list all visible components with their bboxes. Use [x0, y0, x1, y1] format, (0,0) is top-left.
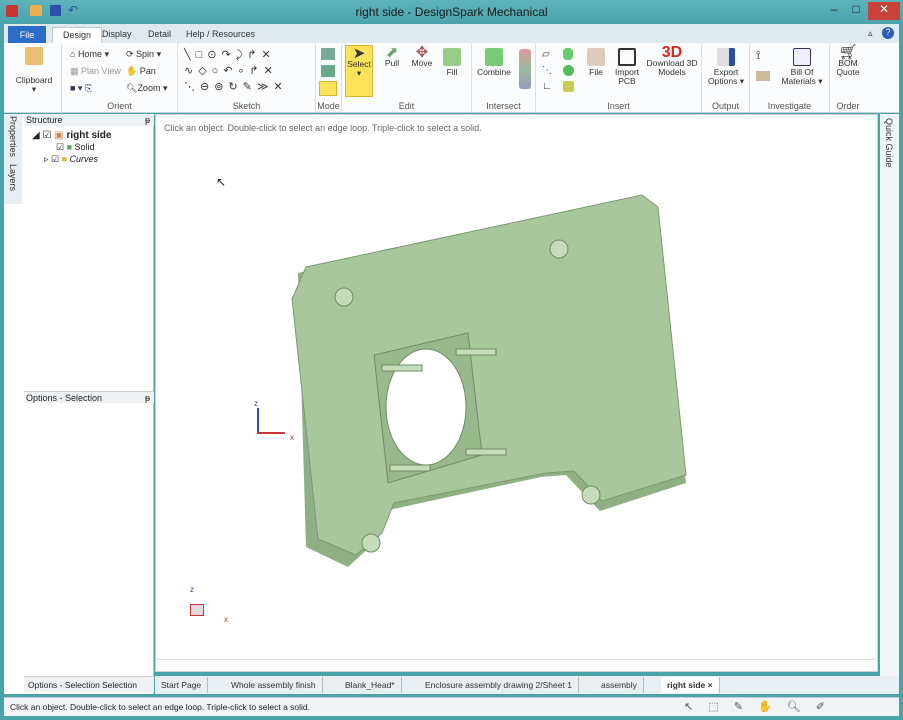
- doc-tab-right-side[interactable]: right side ×: [661, 677, 720, 693]
- move-button[interactable]: ✥ Move: [408, 45, 436, 68]
- combine-icon: [485, 48, 503, 66]
- side-tabs: Properties Layers: [4, 114, 22, 204]
- group-orient: ⌂ Home ▾ ⟳ Spin ▾ ▦ Plan View ✋ Pan ■ ▾ …: [62, 43, 178, 113]
- split-tools-icon[interactable]: [519, 49, 531, 89]
- quick-guide-panel: Quick Guide: [880, 114, 899, 694]
- left-panel: Structure ᵽ ◢ ☑ ▣ right side ☑ ■ Solid ▹ …: [4, 114, 154, 694]
- group-output: Export Options ▾ Output: [702, 43, 750, 113]
- tab-layers[interactable]: Layers: [8, 164, 18, 191]
- 3d-mode-icon[interactable]: [319, 81, 337, 96]
- tree-item-root[interactable]: ◢ ☑ ▣ right side: [32, 130, 111, 141]
- import-pcb-button[interactable]: Import PCB: [612, 48, 642, 86]
- tab-display[interactable]: Display: [92, 27, 142, 43]
- tree-item-curves[interactable]: ▹ ☑ ■ Curves: [44, 154, 98, 165]
- combine-button[interactable]: Combine: [474, 48, 514, 77]
- doc-tab-assembly[interactable]: assembly: [595, 677, 644, 693]
- group-insert: ▱ ⋱ ∟ File Import PCB 3D Download 3D Models…: [536, 43, 702, 113]
- part-model[interactable]: [156, 115, 879, 673]
- mouse-cursor-icon: ↖: [216, 175, 227, 189]
- pull-button[interactable]: ⬈ Pull: [378, 45, 406, 68]
- horizontal-scrollbar[interactable]: [156, 659, 877, 671]
- fill-icon: [443, 48, 461, 66]
- tab-quick-guide[interactable]: Quick Guide: [884, 118, 894, 168]
- axis-triad: zx: [254, 399, 294, 442]
- clipboard-icon: [25, 47, 43, 65]
- view-cube-triad[interactable]: zx: [190, 585, 228, 624]
- view-cube-icon[interactable]: ■ ▾ ⎘: [70, 83, 92, 94]
- close-button[interactable]: ✕: [868, 2, 900, 20]
- pan-button[interactable]: ✋ Pan: [126, 66, 156, 77]
- sphere-icon[interactable]: [563, 65, 574, 76]
- ribbon: Clipboard ▾ ⌂ Home ▾ ⟳ Spin ▾ ▦ Plan View…: [4, 43, 899, 113]
- measure-icon[interactable]: ⟟: [756, 48, 760, 63]
- shell-icon[interactable]: [563, 81, 574, 92]
- doc-tab-whole-assembly[interactable]: Whole assembly finish: [225, 677, 323, 693]
- tree-item-solid[interactable]: ☑ ■ Solid: [56, 142, 95, 153]
- maximize-button[interactable]: □: [844, 2, 868, 20]
- insert-file-button[interactable]: File: [584, 48, 608, 77]
- status-bar: Click an object. Double-click to select …: [4, 697, 899, 716]
- pin-icon[interactable]: ᵽ: [145, 393, 150, 403]
- insert-plane-icons[interactable]: ▱ ⋱ ∟: [542, 47, 552, 95]
- zoom-button[interactable]: 🔍︎Zoom ▾: [126, 83, 167, 94]
- window-title: right side - DesignSpark Mechanical: [355, 5, 548, 19]
- status-text: Click an object. Double-click to select …: [10, 702, 311, 712]
- sketch-tools[interactable]: ╲□⊙↷⤸↱✕ ∿◇○↶∘↱✕ ⋱⊖⊚↻✎≫✕: [184, 47, 288, 95]
- spin-button[interactable]: ⟳ Spin ▾: [126, 49, 161, 60]
- file-icon: [587, 48, 605, 66]
- title-bar: ↶ right side - DesignSpark Mechanical – …: [0, 0, 903, 24]
- options-header: Options - Selection ᵽ: [24, 391, 154, 403]
- group-intersect: Combine Intersect: [472, 43, 536, 113]
- doc-tab-enclosure-drawing[interactable]: Enclosure assembly drawing 2/Sheet 1: [419, 677, 579, 693]
- bom-quote-button[interactable]: 🛒︎ BOM Quote: [832, 45, 864, 77]
- export-icon: [717, 48, 735, 66]
- tab-file[interactable]: File: [8, 26, 46, 43]
- cylinder-icon[interactable]: [563, 48, 573, 60]
- 3d-viewport[interactable]: Click an object. Double-click to select …: [155, 114, 878, 672]
- pin-icon[interactable]: ᵽ: [145, 115, 150, 125]
- tab-selection[interactable]: Selection: [102, 680, 137, 690]
- status-tools[interactable]: ↖ ⬚ ✎ ✋ 🔍︎ ✐: [684, 700, 831, 713]
- collapse-ribbon-icon[interactable]: ▵: [868, 28, 873, 39]
- structure-header: Structure ᵽ: [24, 114, 154, 126]
- tab-detail[interactable]: Detail: [138, 27, 181, 43]
- bill-of-materials-button[interactable]: Bill Of Materials ▾: [778, 48, 826, 86]
- export-options-button[interactable]: Export Options ▾: [706, 48, 746, 86]
- group-order: 🛒︎ BOM Quote Order: [830, 43, 866, 113]
- home-button[interactable]: ⌂ Home ▾: [70, 49, 109, 60]
- group-investigate: ⟟ Bill Of Materials ▾ Investigate: [750, 43, 830, 113]
- tab-help[interactable]: Help / Resources: [176, 27, 265, 43]
- doc-tab-blank-head[interactable]: Blank_Head*: [339, 677, 402, 693]
- document-tabs: Start Page Whole assembly finish Blank_H…: [155, 676, 899, 694]
- tab-options-selection[interactable]: Options - Selection: [28, 680, 100, 690]
- group-edit: ➤ Select ▾ ⬈ Pull ✥ Move Fill Edit: [342, 43, 472, 113]
- help-icon[interactable]: ?: [882, 27, 894, 39]
- ribbon-tab-row: Design Display Detail Help / Resources ▵…: [4, 24, 899, 43]
- clipboard-button[interactable]: Clipboard ▾: [12, 47, 56, 94]
- bom-icon: [793, 48, 811, 66]
- doc-tab-start-page[interactable]: Start Page: [155, 677, 209, 693]
- group-mode: Mode: [316, 43, 342, 113]
- minimize-button[interactable]: –: [822, 2, 846, 20]
- pcb-icon: [618, 48, 636, 66]
- sketch-mode-icon[interactable]: [321, 48, 335, 60]
- select-button[interactable]: ➤ Select ▾: [345, 45, 373, 97]
- section-mode-icon[interactable]: [321, 65, 335, 77]
- download-3d-button[interactable]: 3D Download 3D Models: [646, 45, 698, 77]
- group-sketch: ╲□⊙↷⤸↱✕ ∿◇○↶∘↱✕ ⋱⊖⊚↻✎≫✕ Sketch: [178, 43, 316, 113]
- group-clipboard: Clipboard ▾: [4, 43, 62, 113]
- mass-icon[interactable]: [756, 71, 770, 81]
- fill-button[interactable]: Fill: [438, 48, 466, 77]
- plan-view-button[interactable]: ▦ Plan View: [70, 66, 121, 77]
- tab-properties[interactable]: Properties: [8, 116, 18, 157]
